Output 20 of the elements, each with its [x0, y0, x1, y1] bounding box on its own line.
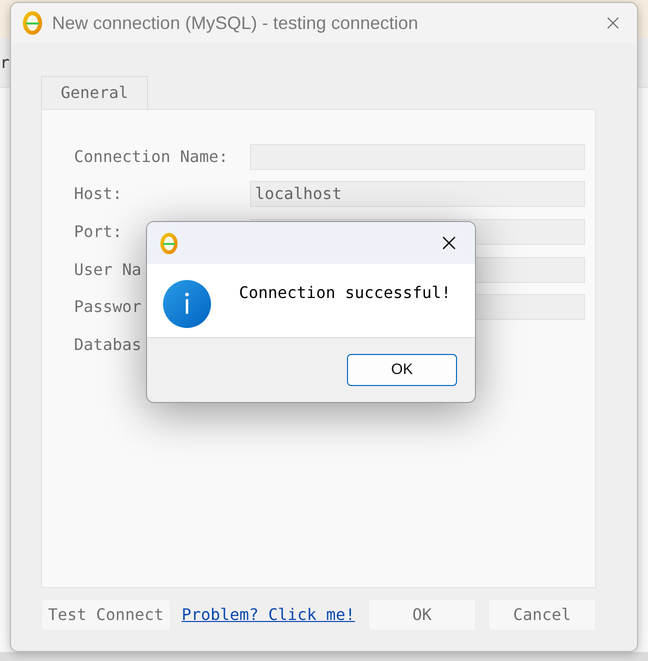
field-label: Databas: [74, 334, 142, 356]
oval-logo-icon: [160, 232, 178, 254]
field-label: Port:: [74, 220, 122, 243]
field-label: Passwor: [74, 296, 142, 318]
window-title: New connection (MySQL) - testing connection: [52, 12, 418, 35]
field-label: User Na: [74, 258, 142, 281]
input-field[interactable]: [250, 144, 585, 170]
message-text: Connection successful!: [239, 282, 451, 304]
dialog-button[interactable]: OK: [368, 599, 476, 631]
dialog-button[interactable]: Cancel: [488, 599, 596, 631]
info-icon: [163, 280, 211, 328]
dialog-button[interactable]: Test Connect: [41, 599, 171, 631]
field-label: Host:: [74, 183, 122, 206]
tab[interactable]: General: [41, 76, 148, 109]
field-label: Connection Name:: [74, 146, 228, 168]
ok-button[interactable]: OK: [347, 354, 457, 386]
background-text: r: [0, 52, 10, 74]
input-field[interactable]: localhost: [250, 181, 585, 208]
help-link[interactable]: Problem? Click me!: [182, 603, 355, 627]
oval-logo-icon: [22, 11, 43, 35]
